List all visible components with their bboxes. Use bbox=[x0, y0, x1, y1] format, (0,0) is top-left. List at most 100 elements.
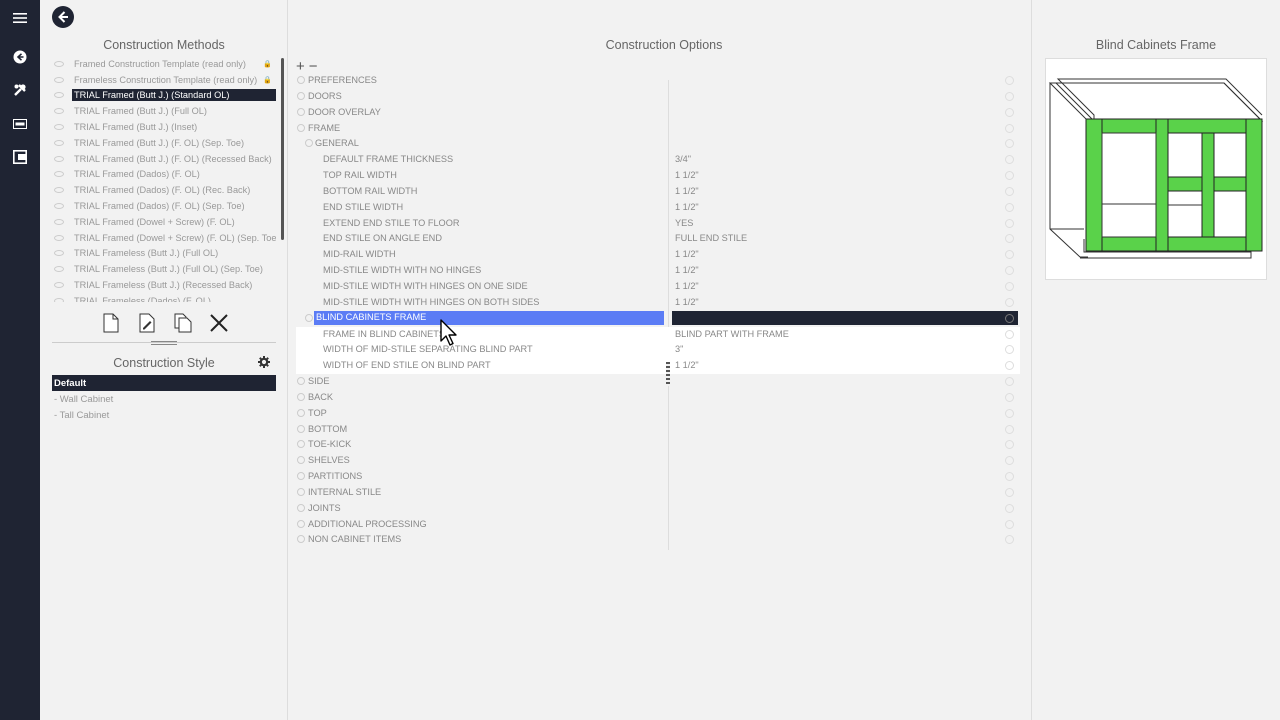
option-value[interactable]: 1 1/2" bbox=[675, 186, 699, 196]
option-row[interactable]: JOINTS bbox=[296, 501, 1020, 517]
eye-icon[interactable] bbox=[54, 187, 64, 194]
method-list-item[interactable]: TRIAL Frameless (Dados) (F. OL) bbox=[50, 293, 276, 302]
reset-icon[interactable] bbox=[1005, 91, 1014, 101]
method-list-item[interactable]: TRIAL Framed (Dowel + Screw) (F. OL) (Se… bbox=[50, 230, 276, 246]
reset-icon[interactable] bbox=[1005, 123, 1014, 133]
back-circle-icon[interactable] bbox=[8, 45, 32, 69]
reset-icon[interactable] bbox=[1005, 250, 1014, 260]
eye-icon[interactable] bbox=[54, 282, 64, 289]
method-list-item[interactable]: TRIAL Framed (Dados) (F. OL) bbox=[50, 167, 276, 183]
expand-toggle-icon[interactable] bbox=[305, 139, 313, 148]
expand-toggle-icon[interactable] bbox=[297, 456, 305, 465]
eye-icon[interactable] bbox=[54, 124, 64, 131]
expand-toggle-icon[interactable] bbox=[297, 123, 305, 132]
option-row[interactable]: BLIND CABINETS FRAME bbox=[296, 310, 1020, 327]
option-value[interactable]: 3/4" bbox=[675, 154, 691, 164]
option-value[interactable]: YES bbox=[675, 218, 693, 228]
option-row[interactable]: FRAME IN BLIND CABINETS BLIND PART WITH F… bbox=[296, 326, 1020, 343]
reset-icon[interactable] bbox=[1005, 313, 1014, 323]
option-row[interactable]: EXTEND END STILE TO FLOOR YES bbox=[296, 216, 1020, 232]
reset-icon[interactable] bbox=[1005, 345, 1014, 355]
method-list-item[interactable]: TRIAL Framed (Butt J.) (Full OL) bbox=[50, 103, 276, 119]
style-list-item[interactable]: Default bbox=[52, 375, 276, 391]
cabinet-icon[interactable] bbox=[8, 145, 32, 169]
option-row[interactable]: TOP bbox=[296, 406, 1020, 422]
option-row[interactable]: GENERAL bbox=[296, 136, 1020, 152]
eye-icon[interactable] bbox=[54, 203, 64, 210]
option-row[interactable]: MID-STILE WIDTH WITH HINGES ON BOTH SIDE… bbox=[296, 295, 1020, 311]
reset-icon[interactable] bbox=[1005, 424, 1014, 434]
expand-toggle-icon[interactable] bbox=[297, 76, 305, 84]
option-row[interactable]: DOOR OVERLAY bbox=[296, 105, 1020, 121]
menu-icon[interactable] bbox=[8, 6, 32, 30]
reset-icon[interactable] bbox=[1005, 535, 1014, 545]
option-row[interactable]: BOTTOM bbox=[296, 422, 1020, 438]
eye-icon[interactable] bbox=[54, 155, 64, 162]
reset-icon[interactable] bbox=[1005, 392, 1014, 402]
reset-icon[interactable] bbox=[1005, 440, 1014, 450]
new-method-button[interactable] bbox=[100, 312, 122, 334]
eye-icon[interactable] bbox=[54, 60, 64, 67]
eye-icon[interactable] bbox=[54, 92, 64, 99]
delete-method-button[interactable] bbox=[208, 312, 230, 334]
expand-toggle-icon[interactable] bbox=[297, 472, 305, 481]
expand-toggle-icon[interactable] bbox=[297, 377, 305, 386]
option-value[interactable]: 1 1/2" bbox=[675, 249, 699, 259]
reset-icon[interactable] bbox=[1005, 361, 1014, 371]
reset-icon[interactable] bbox=[1005, 472, 1014, 482]
method-list-item[interactable]: TRIAL Framed (Butt J.) (F. OL) (Recessed… bbox=[50, 151, 276, 167]
selected-value-bar[interactable] bbox=[672, 310, 1018, 325]
reset-icon[interactable] bbox=[1005, 202, 1014, 212]
method-list-item[interactable]: TRIAL Frameless (Butt J.) (Full OL) (Sep… bbox=[50, 261, 276, 277]
eye-icon[interactable] bbox=[54, 76, 64, 83]
option-row[interactable]: WIDTH OF MID-STILE SEPARATING BLIND PART… bbox=[296, 342, 1020, 359]
methods-scrollbar[interactable] bbox=[281, 58, 284, 240]
resize-grip[interactable] bbox=[151, 341, 177, 345]
method-list-item[interactable]: TRIAL Framed (Butt J.) (F. OL) (Sep. Toe… bbox=[50, 135, 276, 151]
method-list-item[interactable]: TRIAL Framed (Dados) (F. OL) (Rec. Back) bbox=[50, 182, 276, 198]
reset-icon[interactable] bbox=[1005, 329, 1014, 339]
method-list-item[interactable]: TRIAL Frameless (Butt J.) (Full OL) bbox=[50, 246, 276, 262]
edit-method-button[interactable] bbox=[136, 312, 158, 334]
expand-toggle-icon[interactable] bbox=[297, 408, 305, 417]
reset-icon[interactable] bbox=[1005, 76, 1014, 85]
gear-icon[interactable] bbox=[258, 356, 270, 371]
eye-icon[interactable] bbox=[54, 297, 64, 302]
back-button[interactable] bbox=[52, 6, 74, 28]
eye-icon[interactable] bbox=[54, 171, 64, 178]
expand-toggle-icon[interactable] bbox=[297, 91, 305, 100]
reset-icon[interactable] bbox=[1005, 218, 1014, 228]
eye-icon[interactable] bbox=[54, 234, 64, 241]
reset-icon[interactable] bbox=[1005, 107, 1014, 117]
eye-icon[interactable] bbox=[54, 108, 64, 115]
eye-icon[interactable] bbox=[54, 266, 64, 273]
option-row[interactable]: MID-RAIL WIDTH 1 1/2" bbox=[296, 247, 1020, 263]
expand-toggle-icon[interactable] bbox=[297, 107, 305, 116]
option-value[interactable]: 1 1/2" bbox=[675, 202, 699, 212]
reset-icon[interactable] bbox=[1005, 487, 1014, 497]
expand-toggle-icon[interactable] bbox=[297, 440, 305, 449]
expand-toggle-icon[interactable] bbox=[297, 392, 305, 401]
reset-icon[interactable] bbox=[1005, 139, 1014, 149]
option-row[interactable]: END STILE ON ANGLE END FULL END STILE bbox=[296, 231, 1020, 247]
option-row[interactable]: SIDE bbox=[296, 374, 1020, 390]
option-value[interactable]: 1 1/2" bbox=[675, 170, 699, 180]
method-list-item[interactable]: Framed Construction Template (read only)… bbox=[50, 56, 276, 72]
option-row[interactable]: MID-STILE WIDTH WITH NO HINGES 1 1/2" bbox=[296, 263, 1020, 279]
method-list-item[interactable]: TRIAL Framed (Dados) (F. OL) (Sep. Toe) bbox=[50, 198, 276, 214]
method-list-item[interactable]: Frameless Construction Template (read on… bbox=[50, 72, 276, 88]
tools-icon[interactable] bbox=[8, 78, 32, 102]
option-row[interactable]: DOORS bbox=[296, 89, 1020, 105]
reset-icon[interactable] bbox=[1005, 377, 1014, 387]
option-row[interactable]: BACK bbox=[296, 390, 1020, 406]
eye-icon[interactable] bbox=[54, 218, 64, 225]
option-row[interactable]: BOTTOM RAIL WIDTH 1 1/2" bbox=[296, 184, 1020, 200]
option-value[interactable]: FULL END STILE bbox=[675, 233, 747, 243]
option-row[interactable]: TOE-KICK bbox=[296, 437, 1020, 453]
method-list-item[interactable]: TRIAL Framed (Dowel + Screw) (F. OL) bbox=[50, 214, 276, 230]
option-row[interactable]: SHELVES bbox=[296, 453, 1020, 469]
style-list-item[interactable]: - Wall Cabinet bbox=[52, 391, 276, 407]
reset-icon[interactable] bbox=[1005, 297, 1014, 307]
expand-toggle-icon[interactable] bbox=[297, 519, 305, 528]
reset-icon[interactable] bbox=[1005, 281, 1014, 291]
